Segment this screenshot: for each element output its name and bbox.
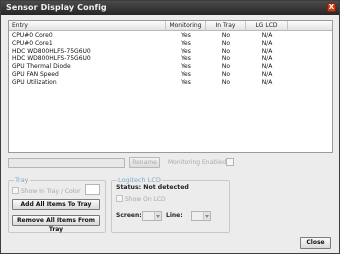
cell-lg-lcd: N/A — [261, 55, 273, 63]
show-in-tray-label: Show In Tray / Color — [21, 188, 81, 195]
remove-all-from-tray-button[interactable]: Remove All Items From Tray — [12, 215, 100, 233]
close-button[interactable]: Close — [300, 237, 331, 249]
table-row[interactable]: GPU FAN Speed Yes No N/A — [9, 71, 332, 79]
cell-lg-lcd: N/A — [261, 47, 273, 55]
cell-entry: GPU Thermal Diode — [12, 63, 71, 71]
cell-lg-lcd: N/A — [261, 70, 273, 78]
rename-button[interactable]: Rename — [129, 157, 160, 168]
cell-entry: CPU#0 Core0 — [12, 32, 53, 39]
show-in-tray-checkbox[interactable] — [12, 187, 19, 194]
show-on-lcd-label: Show On LCD — [125, 196, 166, 203]
cell-monitoring: Yes — [181, 70, 191, 78]
cell-in-tray: No — [221, 70, 231, 78]
list-body: CPU#0 Core0 Yes No N/A CPU#0 Core1 Yes No N/A HD… — [9, 32, 332, 87]
tray-group: Tray Show In Tray / Color Add All Items … — [8, 176, 106, 233]
line-select[interactable] — [191, 211, 211, 221]
cell-entry: CPU#0 Core1 — [12, 39, 53, 47]
cell-monitoring: Yes — [181, 63, 191, 71]
column-lg-lcd[interactable]: LG LCD — [246, 21, 288, 31]
sensor-display-config-window: Sensor Display Config X Entry Monitoring… — [0, 0, 340, 254]
cell-entry: HDC WD800HLFS-75G6U0 — [12, 55, 91, 63]
table-row[interactable]: HDC WD800HLFS-75G6U0 Yes No N/A — [9, 48, 332, 56]
screen-label: Screen: — [116, 212, 142, 219]
monitoring-enabled-checkbox[interactable] — [226, 158, 234, 166]
title-bar[interactable]: Sensor Display Config X — [1, 1, 339, 15]
cell-lg-lcd: N/A — [261, 78, 273, 86]
cell-in-tray: No — [221, 55, 231, 63]
cell-in-tray: No — [221, 63, 231, 71]
table-row[interactable]: CPU#0 Core0 Yes No N/A — [9, 32, 332, 40]
cell-monitoring: Yes — [181, 55, 191, 63]
chevron-down-icon[interactable] — [203, 212, 210, 220]
line-label: Line: — [166, 212, 183, 219]
table-row[interactable]: HDC WD800HLFS-75G6U0 Yes No N/A — [9, 55, 332, 63]
table-row[interactable]: CPU#0 Core1 Yes No N/A — [9, 40, 332, 48]
cell-in-tray: No — [221, 47, 231, 55]
column-in-tray[interactable]: In Tray — [206, 21, 246, 31]
screen-select[interactable] — [142, 211, 162, 221]
cell-entry: GPU Utilization — [12, 78, 57, 86]
logitech-lcd-group: Logitech LCD Status: Not detected Show O… — [111, 176, 230, 233]
show-on-lcd-option[interactable]: Show On LCD — [116, 195, 166, 203]
show-in-tray-option[interactable]: Show In Tray / Color — [12, 187, 81, 195]
cell-monitoring: Yes — [181, 32, 191, 39]
window-title: Sensor Display Config — [6, 3, 107, 12]
cell-lg-lcd: N/A — [261, 39, 273, 47]
cell-monitoring: Yes — [181, 78, 191, 86]
monitoring-enabled-label: Monitoring Enabled — [168, 159, 227, 166]
cell-in-tray: No — [221, 32, 231, 39]
chevron-down-icon[interactable] — [154, 212, 161, 220]
close-icon[interactable]: X — [327, 3, 336, 12]
cell-lg-lcd: N/A — [261, 32, 273, 39]
cell-entry: GPU FAN Speed — [12, 70, 59, 78]
cell-in-tray: No — [221, 39, 231, 47]
cell-entry: HDC WD800HLFS-75G6U0 — [12, 47, 91, 55]
cell-in-tray: No — [221, 78, 231, 86]
sensor-list[interactable]: Entry Monitoring In Tray LG LCD CPU#0 Co… — [8, 20, 333, 153]
table-row[interactable]: GPU Thermal Diode Yes No N/A — [9, 63, 332, 71]
show-on-lcd-checkbox[interactable] — [116, 195, 123, 202]
tray-color-swatch[interactable] — [85, 184, 100, 195]
add-all-to-tray-button[interactable]: Add All Items To Tray — [12, 199, 100, 210]
column-monitoring[interactable]: Monitoring — [166, 21, 206, 31]
rename-input[interactable] — [8, 158, 125, 168]
list-header: Entry Monitoring In Tray LG LCD — [9, 21, 332, 31]
tray-group-title: Tray — [14, 176, 30, 184]
table-row[interactable]: GPU Utilization Yes No N/A — [9, 79, 332, 87]
cell-monitoring: Yes — [181, 47, 191, 55]
lcd-status-text: Status: Not detected — [116, 184, 189, 191]
cell-monitoring: Yes — [181, 39, 191, 47]
column-entry[interactable]: Entry — [9, 21, 166, 31]
cell-lg-lcd: N/A — [261, 63, 273, 71]
lcd-group-title: Logitech LCD — [117, 176, 162, 184]
